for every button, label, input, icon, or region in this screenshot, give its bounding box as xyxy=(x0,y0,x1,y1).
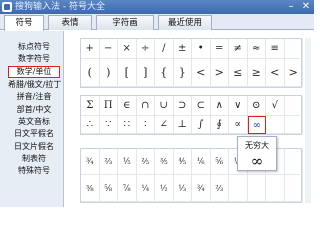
symbol-cell[interactable]: ⅔ xyxy=(99,149,118,175)
symbol-cell[interactable]: × xyxy=(118,39,137,59)
symbol-cell[interactable]: ∝ xyxy=(229,116,248,134)
symbol-cell[interactable] xyxy=(266,175,285,202)
symbol-cell[interactable]: ÷ xyxy=(136,39,155,59)
app-logo-icon xyxy=(2,2,12,12)
symbol-cell[interactable]: ½ xyxy=(155,175,174,202)
category-panel: 标点符号 数字符号 数学/单位 希腊/俄文/拉丁 拼音/注音 部首/中文 英文音… xyxy=(0,31,64,207)
symbol-cell[interactable]: ∩ xyxy=(136,96,155,116)
symbol-cell[interactable]: ⅗ xyxy=(155,149,174,175)
symbol-cell[interactable]: / xyxy=(155,39,174,59)
symbol-cell[interactable]: ≠ xyxy=(229,39,248,59)
category-item-selected[interactable]: 数学/单位 xyxy=(8,66,60,78)
symbol-cell[interactable] xyxy=(229,175,248,202)
symbol-cell[interactable]: ⅝ xyxy=(99,175,118,202)
symbol-cell[interactable]: { xyxy=(155,59,174,87)
category-item[interactable]: 希腊/俄文/拉丁 xyxy=(8,79,61,91)
symbol-cell[interactable]: ≥ xyxy=(247,59,266,87)
symbol-cell[interactable] xyxy=(247,175,266,202)
symbol-cell[interactable] xyxy=(284,96,303,116)
symbol-cell[interactable]: ¾ xyxy=(81,149,100,175)
symbol-cell[interactable]: ∴ xyxy=(81,116,100,134)
symbol-grid-operators: Σ Π ∈ ∩ ∪ ⊃ ⊂ ∧ ∨ ⊙ √ ∴ ∵ ∷ ∶ ∠ ⊥ ∫ ∮ ∝ ∞ xyxy=(80,95,303,135)
symbol-grid-math: + − × ÷ / ± • = ≠ ≈ ≡()[]{} < > ≤ ≥ < > xyxy=(80,38,303,88)
tab-emoticons[interactable]: 表情 xyxy=(48,15,92,30)
symbol-cell[interactable]: ⅖ xyxy=(136,149,155,175)
symbol-cell[interactable]: ∨ xyxy=(229,96,248,116)
symbol-cell[interactable]: ⅓ xyxy=(173,175,192,202)
title-bar: 搜狗输入法 - 符号大全 – ✕ xyxy=(0,0,314,14)
tooltip-label: 无穷大 xyxy=(245,141,269,150)
symbol-cell[interactable]: > xyxy=(284,59,303,87)
symbol-cell[interactable]: ¼ xyxy=(136,175,155,202)
symbol-cell[interactable] xyxy=(284,39,303,59)
symbol-cell[interactable]: ⊥ xyxy=(173,116,192,134)
symbol-cell[interactable] xyxy=(284,116,303,134)
symbol-cell[interactable]: ⅚ xyxy=(210,149,229,175)
symbol-cell[interactable]: ⅕ xyxy=(118,149,137,175)
symbol-cell[interactable]: [ xyxy=(118,59,137,87)
symbol-cell[interactable]: √ xyxy=(266,96,285,116)
category-item[interactable]: 部首/中文 xyxy=(8,104,60,116)
symbol-cell[interactable]: ( xyxy=(81,59,100,87)
symbol-cell[interactable]: ∵ xyxy=(99,116,118,134)
symbol-cell[interactable]: ∷ xyxy=(118,116,137,134)
category-item[interactable]: 特殊符号 xyxy=(8,165,60,177)
symbol-cell[interactable]: = xyxy=(210,39,229,59)
symbol-cell[interactable]: − xyxy=(99,39,118,59)
symbol-cell[interactable]: Σ xyxy=(81,96,100,116)
symbol-cell[interactable]: < xyxy=(266,59,285,87)
symbol-cell[interactable]: } xyxy=(173,59,192,87)
symbol-cell[interactable]: ∧ xyxy=(210,96,229,116)
symbol-cell[interactable]: ≈ xyxy=(247,39,266,59)
symbol-cell[interactable]: ∈ xyxy=(118,96,137,116)
symbol-cell[interactable]: ] xyxy=(136,59,155,87)
symbol-cell[interactable]: ⅜ xyxy=(81,175,100,202)
tooltip-glyph: ∞ xyxy=(250,152,264,170)
tab-recent[interactable]: 最近使用 xyxy=(158,15,212,30)
symbol-cell[interactable]: ⊃ xyxy=(173,96,192,116)
symbol-cell[interactable]: ∪ xyxy=(155,96,174,116)
window-title: 搜狗输入法 - 符号大全 xyxy=(15,2,105,12)
symbol-cell[interactable]: ∶ xyxy=(136,116,155,134)
category-item[interactable]: 制表符 xyxy=(8,153,60,165)
symbol-cell[interactable]: ⊙ xyxy=(247,96,266,116)
category-item[interactable]: 拼音/注音 xyxy=(8,91,60,103)
symbol-cell[interactable]: ¾ xyxy=(192,175,211,202)
symbol-cell[interactable]: > xyxy=(210,59,229,87)
category-item[interactable]: 英文音标 xyxy=(8,116,60,128)
symbol-cell[interactable]: ≡ xyxy=(266,39,285,59)
symbol-cell[interactable]: ) xyxy=(99,59,118,87)
symbol-cell[interactable]: ± xyxy=(173,39,192,59)
scrollbar[interactable] xyxy=(305,38,311,203)
symbol-cell[interactable] xyxy=(284,175,303,202)
symbol-cell[interactable]: • xyxy=(192,39,211,59)
symbol-cell[interactable]: ⅙ xyxy=(192,149,211,175)
tab-ascii-art[interactable]: 字符画 xyxy=(96,15,154,30)
symbol-cell[interactable] xyxy=(284,149,303,175)
symbol-cell[interactable]: ⅘ xyxy=(173,149,192,175)
symbol-cell[interactable]: ≤ xyxy=(229,59,248,87)
symbol-cell-selected[interactable]: ∞ xyxy=(247,116,266,134)
close-icon[interactable]: ✕ xyxy=(299,1,313,13)
symbol-cell[interactable]: < xyxy=(192,59,211,87)
symbol-cell[interactable]: + xyxy=(81,39,100,59)
symbol-cell[interactable]: ∫ xyxy=(192,116,211,134)
category-item[interactable]: 日文片假名 xyxy=(8,141,60,153)
category-item[interactable]: 标点符号 xyxy=(8,41,60,53)
symbol-cell[interactable]: ⅔ xyxy=(210,175,229,202)
symbol-cell[interactable]: ⊂ xyxy=(192,96,211,116)
symbol-cell[interactable] xyxy=(266,116,285,134)
symbol-cell[interactable]: ⅞ xyxy=(118,175,137,202)
tab-symbols[interactable]: 符号 xyxy=(4,15,44,31)
category-item[interactable]: 日文平假名 xyxy=(8,128,60,140)
tab-bar: 符号 表情 字符画 最近使用 xyxy=(0,14,314,31)
category-item[interactable]: 数字符号 xyxy=(8,53,60,65)
symbol-cell[interactable]: Π xyxy=(99,96,118,116)
symbol-tooltip: 无穷大 ∞ xyxy=(237,136,277,171)
symbol-cell[interactable]: ∠ xyxy=(155,116,174,134)
minimize-icon[interactable]: – xyxy=(284,1,298,13)
symbol-cell[interactable]: ∮ xyxy=(210,116,229,134)
